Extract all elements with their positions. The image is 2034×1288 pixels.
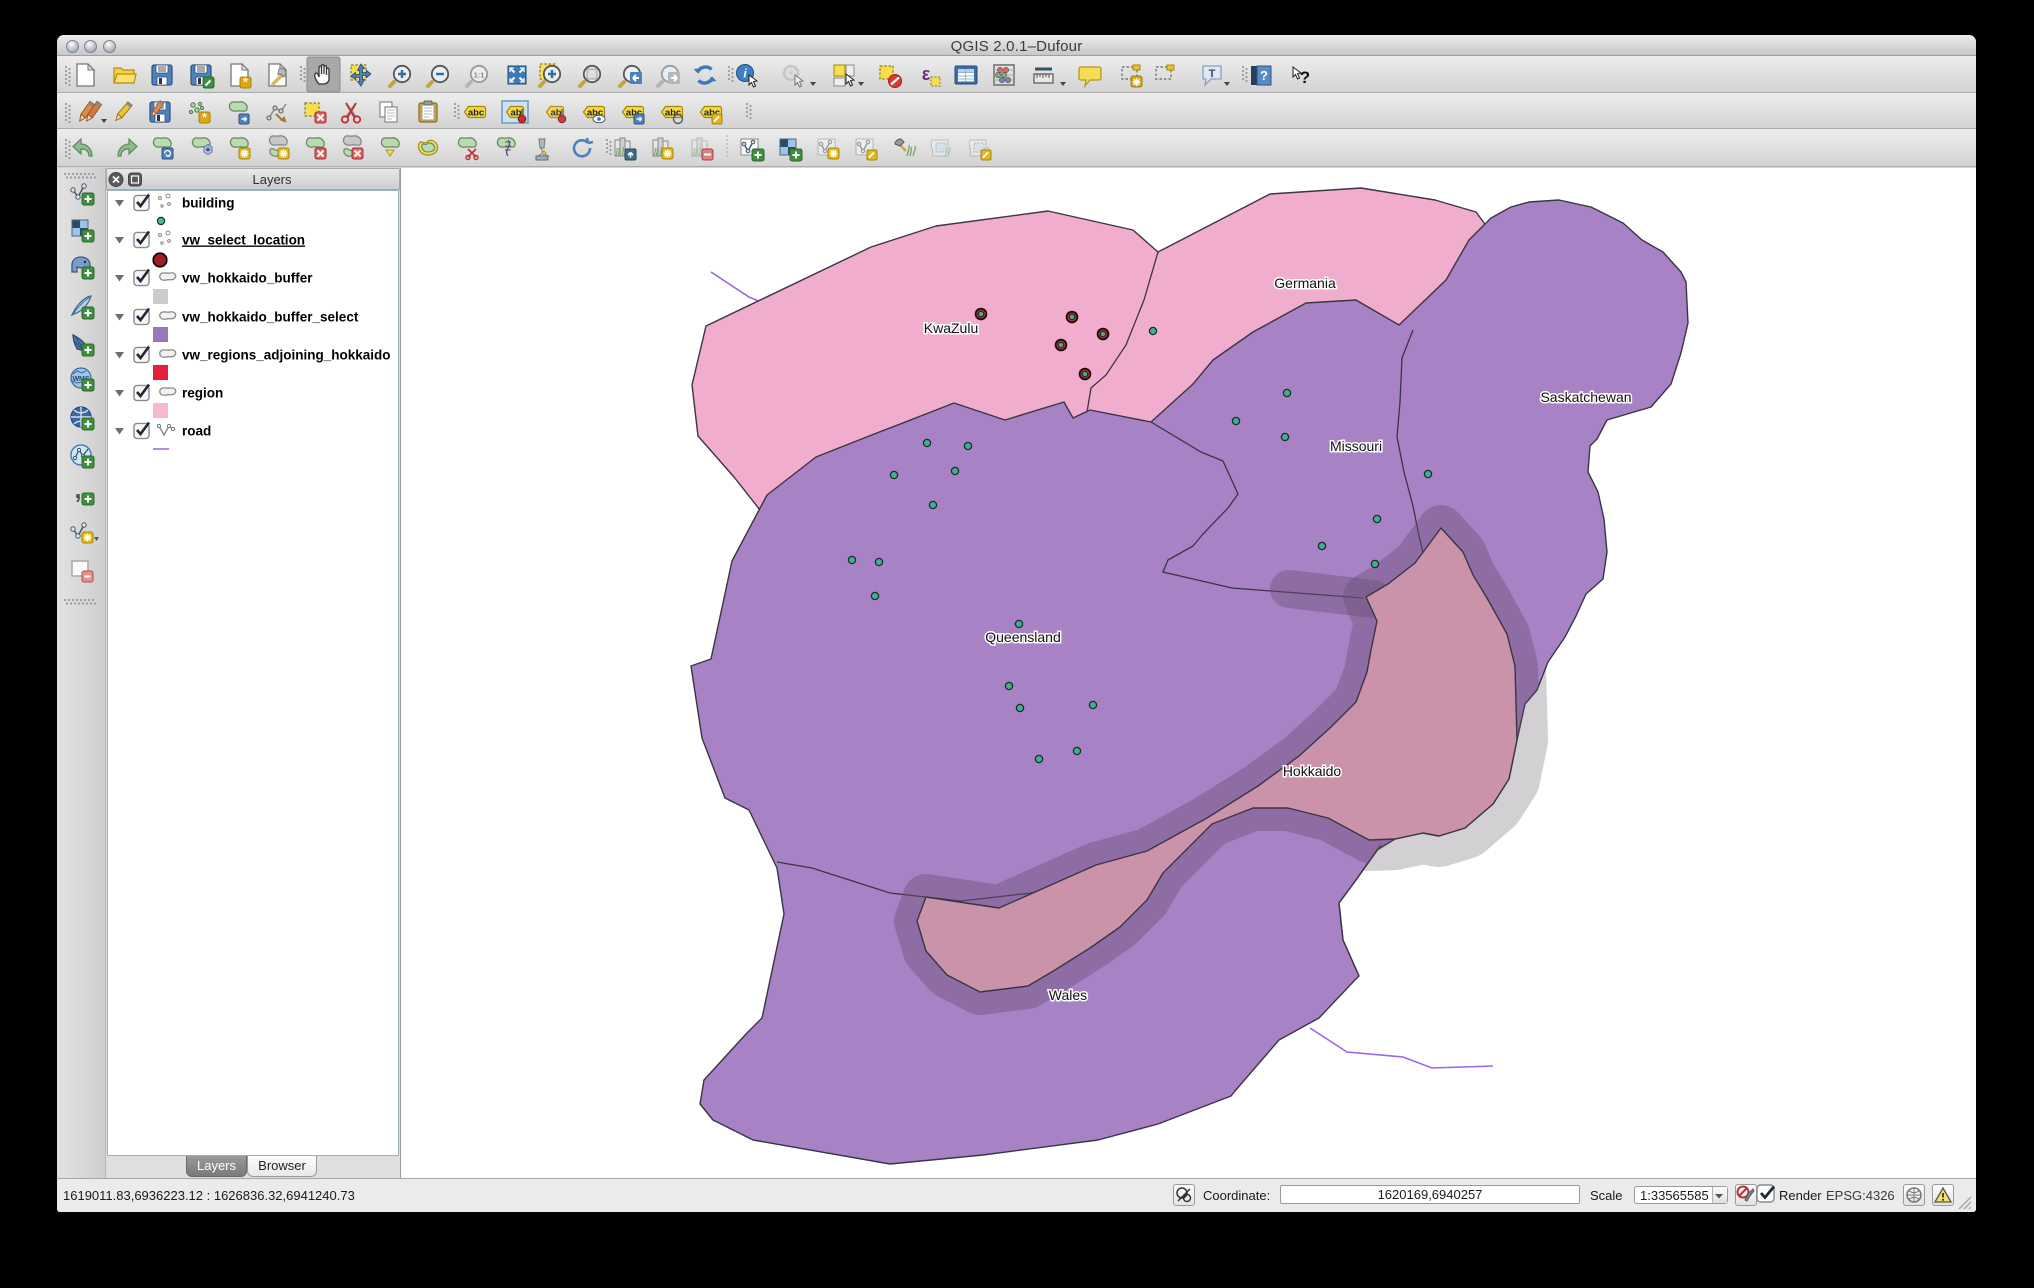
svg-text:region: region — [182, 386, 223, 401]
svg-text:Queensland: Queensland — [985, 629, 1061, 645]
svg-text:road: road — [182, 424, 211, 439]
svg-text:abc: abc — [665, 108, 681, 119]
svg-text:Missouri: Missouri — [1330, 438, 1382, 454]
svg-text:Wales: Wales — [1049, 987, 1087, 1003]
svg-text:Saskatchewan: Saskatchewan — [1540, 389, 1631, 405]
svg-text:Layers: Layers — [252, 172, 292, 187]
svg-text:*: * — [202, 111, 207, 125]
svg-text:vw_hokkaido_buffer: vw_hokkaido_buffer — [182, 271, 313, 286]
svg-text:ε: ε — [922, 64, 931, 84]
svg-text:Germania: Germania — [1274, 275, 1336, 291]
svg-text:,: , — [74, 474, 81, 504]
svg-text:?: ? — [1260, 68, 1268, 83]
svg-text:vw_regions_adjoining_hokkaido: vw_regions_adjoining_hokkaido — [182, 348, 391, 363]
svg-text:1:1: 1:1 — [474, 71, 485, 80]
svg-text:KwaZulu: KwaZulu — [924, 320, 978, 336]
svg-text:Hokkaido: Hokkaido — [1283, 763, 1342, 779]
svg-text:?: ? — [1300, 68, 1310, 87]
svg-text:*: * — [243, 75, 248, 89]
svg-text:T: T — [1209, 68, 1216, 80]
svg-text:abc: abc — [468, 108, 484, 119]
svg-text:building: building — [182, 196, 234, 211]
svg-text:vw_select_location: vw_select_location — [182, 233, 305, 248]
svg-text:vw_hokkaido_buffer_select: vw_hokkaido_buffer_select — [182, 310, 359, 325]
